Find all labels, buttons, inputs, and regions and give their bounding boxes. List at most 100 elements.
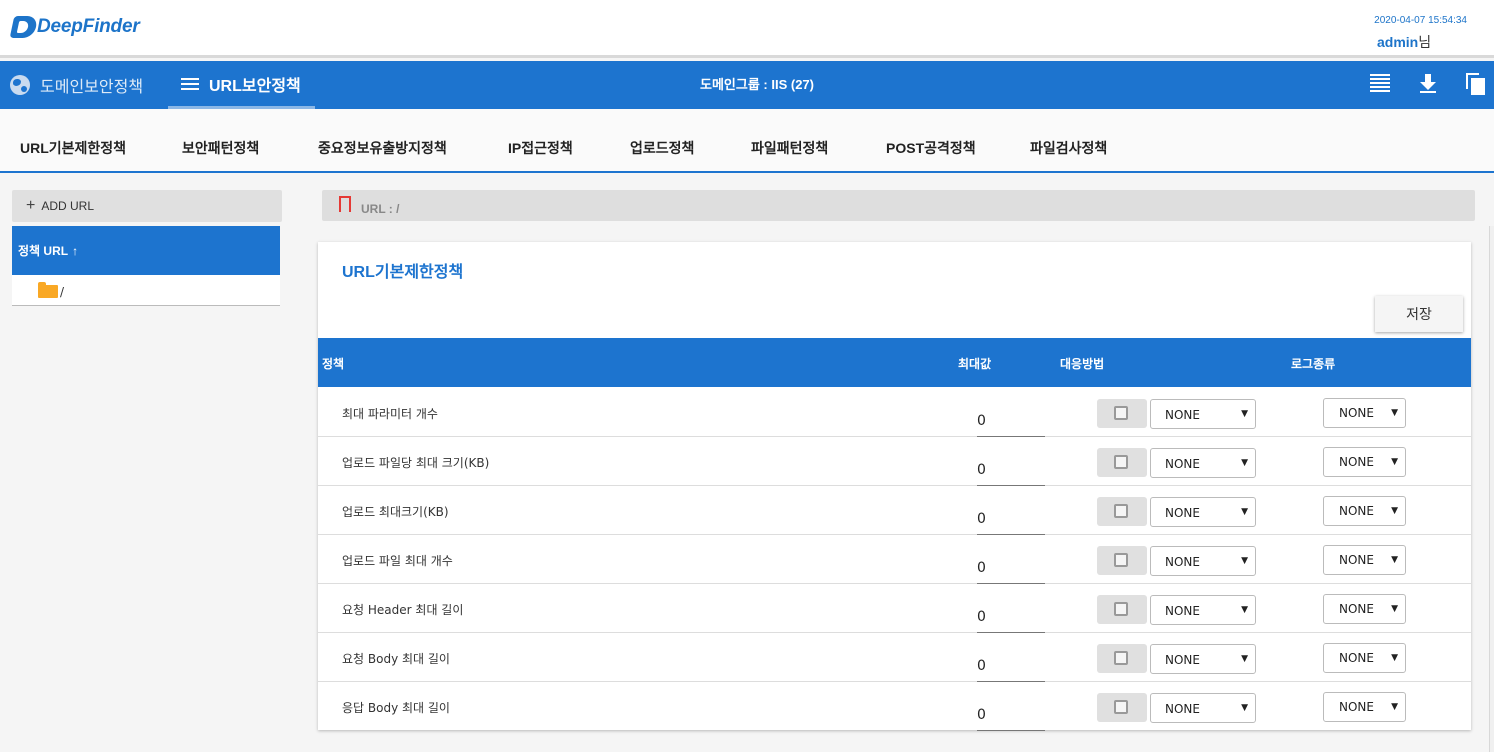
row-label: 요청 Header 최대 길이 <box>342 603 464 617</box>
caret-down-icon: ▼ <box>1241 654 1248 664</box>
tab-file-pattern[interactable]: 파일패턴정책 <box>751 138 828 158</box>
row-label: 업로드 최대크기(KB) <box>342 505 449 519</box>
policy-url-header-label: 정책 URL <box>18 244 69 258</box>
caret-down-icon: ▼ <box>1391 408 1398 418</box>
list-view-icon[interactable] <box>1370 74 1390 94</box>
sort-arrow-icon: ↑ <box>72 243 79 258</box>
action-select[interactable]: NONE ▼ <box>1150 644 1256 674</box>
domain-group-label: 도메인그룹 : IIS (27) <box>700 77 814 92</box>
row-label: 업로드 파일당 최대 크기(KB) <box>342 456 490 470</box>
caret-down-icon: ▼ <box>1241 458 1248 468</box>
action-select[interactable]: NONE ▼ <box>1150 546 1256 576</box>
user-name: admin <box>1377 34 1419 50</box>
add-url-button[interactable]: + ADD URL <box>12 190 282 222</box>
table-row: 요청 Body 최대 길이 0 NONE ▼ NONE ▼ <box>318 633 1471 682</box>
checkbox-icon <box>1114 504 1128 518</box>
max-value-input[interactable]: 0 <box>977 405 1045 437</box>
download-icon[interactable] <box>1419 74 1437 94</box>
table-row: 업로드 최대크기(KB) 0 NONE ▼ NONE ▼ <box>318 486 1471 535</box>
scrollbar[interactable] <box>1489 226 1494 752</box>
checkbox-icon <box>1114 700 1128 714</box>
action-checkbox[interactable] <box>1097 693 1147 722</box>
row-label: 업로드 파일 최대 개수 <box>342 554 453 568</box>
column-max-value: 최대값 <box>958 357 992 371</box>
caret-down-icon: ▼ <box>1241 703 1248 713</box>
action-checkbox[interactable] <box>1097 595 1147 624</box>
log-type-select[interactable]: NONE ▼ <box>1323 447 1406 477</box>
action-checkbox[interactable] <box>1097 644 1147 673</box>
main-nav: 도메인보안정책 URL보안정책 도메인그룹 : IIS (27) <box>0 61 1494 109</box>
policy-subtabs: URL기본제한정책 보안패턴정책 중요정보유출방지정책 IP접근정책 업로드정책… <box>0 109 1494 173</box>
caret-down-icon: ▼ <box>1391 506 1398 516</box>
tab-file-inspection[interactable]: 파일검사정책 <box>1030 138 1107 158</box>
log-type-select[interactable]: NONE ▼ <box>1323 545 1406 575</box>
max-value-input[interactable]: 0 <box>977 650 1045 682</box>
caret-down-icon: ▼ <box>1241 409 1248 419</box>
log-select-value: NONE <box>1339 455 1374 469</box>
action-checkbox[interactable] <box>1097 497 1147 526</box>
checkbox-icon <box>1114 553 1128 567</box>
action-select[interactable]: NONE ▼ <box>1150 399 1256 429</box>
log-select-value: NONE <box>1339 504 1374 518</box>
action-checkbox[interactable] <box>1097 546 1147 575</box>
log-type-select[interactable]: NONE ▼ <box>1323 594 1406 624</box>
table-row: 최대 파라미터 개수 0 NONE ▼ NONE ▼ <box>318 388 1471 437</box>
column-log-type: 로그종류 <box>1291 357 1336 371</box>
plus-icon: + <box>26 197 36 214</box>
nav-url-policy[interactable]: URL보안정책 <box>168 61 315 109</box>
row-label: 응답 Body 최대 길이 <box>342 701 450 715</box>
logo-mark-icon <box>9 16 39 38</box>
nav-domain-policy[interactable]: 도메인보안정책 <box>10 61 143 109</box>
table-header: 정책 최대값 대응방법 로그종류 <box>318 338 1471 387</box>
table-row: 요청 Header 최대 길이 0 NONE ▼ NONE ▼ <box>318 584 1471 633</box>
bookmark-icon <box>339 196 351 214</box>
row-label: 요청 Body 최대 길이 <box>342 652 450 666</box>
tab-ip-access[interactable]: IP접근정책 <box>508 138 573 158</box>
log-type-select[interactable]: NONE ▼ <box>1323 643 1406 673</box>
caret-down-icon: ▼ <box>1391 702 1398 712</box>
caret-down-icon: ▼ <box>1391 604 1398 614</box>
action-select-value: NONE <box>1165 702 1200 716</box>
action-select-value: NONE <box>1165 408 1200 422</box>
folder-icon <box>38 282 58 298</box>
log-type-select[interactable]: NONE ▼ <box>1323 692 1406 722</box>
nav-url-policy-label: URL보안정책 <box>209 77 301 95</box>
card-title: URL기본제한정책 <box>342 264 464 281</box>
tab-upload[interactable]: 업로드정책 <box>630 138 694 158</box>
max-value-input[interactable]: 0 <box>977 699 1045 731</box>
copy-icon[interactable] <box>1466 73 1486 95</box>
max-value-input[interactable]: 0 <box>977 552 1045 584</box>
action-select[interactable]: NONE ▼ <box>1150 693 1256 723</box>
logo[interactable]: DeepFinder <box>9 16 140 38</box>
checkbox-icon <box>1114 455 1128 469</box>
action-select-value: NONE <box>1165 457 1200 471</box>
action-select-value: NONE <box>1165 555 1200 569</box>
policy-card: URL기본제한정책 저장 정책 최대값 대응방법 로그종류 최대 파라미터 개수… <box>318 242 1471 731</box>
action-select[interactable]: NONE ▼ <box>1150 497 1256 527</box>
action-select[interactable]: NONE ▼ <box>1150 595 1256 625</box>
max-value-input[interactable]: 0 <box>977 454 1045 486</box>
max-value-input[interactable]: 0 <box>977 503 1045 535</box>
tab-post-attack[interactable]: POST공격정책 <box>886 138 976 158</box>
max-value-input[interactable]: 0 <box>977 601 1045 633</box>
tab-leak-prevention[interactable]: 중요정보유출방지정책 <box>318 138 447 158</box>
log-select-value: NONE <box>1339 700 1374 714</box>
action-select-value: NONE <box>1165 604 1200 618</box>
current-datetime: 2020-04-07 15:54:34 <box>1374 15 1467 26</box>
tab-url-basic[interactable]: URL기본제한정책 <box>20 138 126 158</box>
tree-item-root[interactable]: / <box>12 275 280 306</box>
row-label: 최대 파라미터 개수 <box>342 407 438 421</box>
table-row: 업로드 파일당 최대 크기(KB) 0 NONE ▼ NONE ▼ <box>318 437 1471 486</box>
save-button[interactable]: 저장 <box>1375 296 1463 332</box>
table-row: 응답 Body 최대 길이 0 NONE ▼ NONE ▼ <box>318 682 1471 731</box>
tab-security-pattern[interactable]: 보안패턴정책 <box>182 138 259 158</box>
log-type-select[interactable]: NONE ▼ <box>1323 496 1406 526</box>
action-checkbox[interactable] <box>1097 399 1147 428</box>
breadcrumb: URL : / <box>322 190 1475 221</box>
action-checkbox[interactable] <box>1097 448 1147 477</box>
user-info[interactable]: admin님 <box>1377 32 1431 52</box>
caret-down-icon: ▼ <box>1391 653 1398 663</box>
action-select[interactable]: NONE ▼ <box>1150 448 1256 478</box>
policy-url-header[interactable]: 정책 URL ↑ <box>12 226 280 275</box>
log-type-select[interactable]: NONE ▼ <box>1323 398 1406 428</box>
